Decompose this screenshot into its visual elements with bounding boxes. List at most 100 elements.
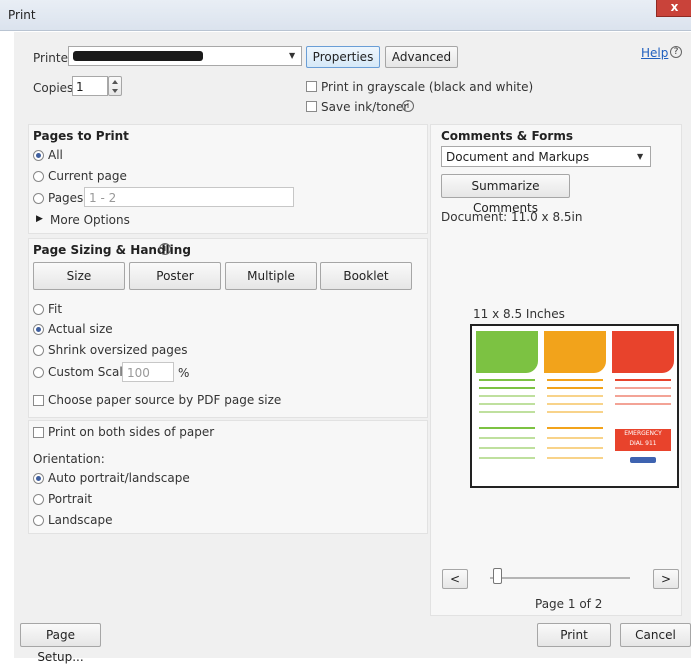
radio-all-label: All <box>48 148 63 162</box>
summarize-comments-button[interactable]: Summarize Comments <box>441 174 570 215</box>
page-setup-button[interactable]: Page Setup... <box>20 623 101 664</box>
grayscale-checkbox[interactable] <box>306 81 317 92</box>
preview-header-red <box>612 331 674 373</box>
radio-actual-size[interactable] <box>33 324 44 335</box>
radio-pages-label: Pages <box>48 191 84 205</box>
radio-portrait-label: Portrait <box>48 492 93 506</box>
printer-select[interactable]: ▼ <box>68 46 302 66</box>
document-size: Document: 11.0 x 8.5in <box>441 210 583 224</box>
page-slider-thumb[interactable] <box>493 568 502 584</box>
preview-line <box>547 411 603 413</box>
save-ink-checkbox[interactable] <box>306 101 317 112</box>
radio-fit[interactable] <box>33 304 44 315</box>
preview-line <box>547 387 603 389</box>
comments-select[interactable]: Document and Markups ▼ <box>441 146 651 167</box>
radio-custom-scale[interactable] <box>33 367 44 378</box>
comments-forms-title: Comments & Forms <box>441 129 573 143</box>
percent-label: % <box>178 366 190 380</box>
pages-range-input[interactable]: 1 - 2 <box>84 187 294 207</box>
next-page-button[interactable]: > <box>653 569 679 589</box>
radio-current-page[interactable] <box>33 171 44 182</box>
preview-line <box>479 403 535 405</box>
preview-line <box>615 379 671 381</box>
comments-select-value: Document and Markups <box>446 150 590 164</box>
radio-shrink-label: Shrink oversized pages <box>48 343 188 357</box>
preview-header-green <box>476 331 538 373</box>
preview-line <box>547 427 603 429</box>
info-icon[interactable]: i <box>402 100 414 112</box>
radio-auto-label: Auto portrait/landscape <box>48 471 190 485</box>
prev-page-button[interactable]: < <box>442 569 468 589</box>
tab-booklet[interactable]: Booklet <box>320 262 412 290</box>
preview-logo <box>630 457 656 463</box>
title-bar <box>0 0 691 31</box>
page-slider-track[interactable] <box>490 577 630 579</box>
preview-line <box>479 411 535 413</box>
radio-landscape-label: Landscape <box>48 513 113 527</box>
preview-line <box>479 457 535 459</box>
sizing-info-icon[interactable]: i <box>159 243 171 255</box>
stepper-up-icon <box>112 80 118 84</box>
orientation-label: Orientation: <box>33 452 105 466</box>
pages-range-value: 1 - 2 <box>89 191 117 205</box>
preview-line <box>547 379 603 381</box>
chevron-down-icon: ▼ <box>637 152 644 161</box>
preview-header-orange <box>544 331 606 373</box>
preview-line <box>547 395 603 397</box>
window-title: Print <box>8 8 36 22</box>
preview-line <box>547 403 603 405</box>
copies-input[interactable]: 1 <box>72 76 108 96</box>
preview-column-orange <box>544 331 606 466</box>
copies-value: 1 <box>76 80 84 94</box>
preview-line <box>479 447 535 449</box>
radio-all[interactable] <box>33 150 44 161</box>
custom-scale-value: 100 <box>127 366 150 380</box>
radio-current-label: Current page <box>48 169 127 183</box>
chevron-down-icon: ▼ <box>289 51 296 60</box>
properties-button[interactable]: Properties <box>306 46 380 68</box>
preview-column-red: EMERGENCY DIAL 911 <box>612 331 674 466</box>
radio-actual-label: Actual size <box>48 322 113 336</box>
paper-source-checkbox[interactable] <box>33 395 44 406</box>
preview-line <box>479 395 535 397</box>
tab-poster[interactable]: Poster <box>129 262 221 290</box>
preview-line <box>479 427 535 429</box>
radio-fit-label: Fit <box>48 302 63 316</box>
both-sides-checkbox[interactable] <box>33 427 44 438</box>
close-button[interactable]: x <box>656 0 691 17</box>
radio-pages[interactable] <box>33 193 44 204</box>
custom-scale-input[interactable]: 100 <box>122 362 174 382</box>
radio-auto-orientation[interactable] <box>33 473 44 484</box>
preview-line <box>479 387 535 389</box>
pages-to-print-title: Pages to Print <box>33 129 129 143</box>
preview-line <box>615 395 671 397</box>
stepper-down-icon <box>112 89 118 93</box>
help-icon[interactable]: ? <box>670 46 682 58</box>
emergency-text: EMERGENCY <box>624 430 662 437</box>
preview-line <box>615 387 671 389</box>
more-options-link[interactable]: More Options <box>50 213 130 227</box>
print-preview: EMERGENCY DIAL 911 <box>470 324 679 488</box>
expand-triangle-icon[interactable]: ▶ <box>36 214 43 224</box>
radio-landscape[interactable] <box>33 515 44 526</box>
preview-line <box>615 403 671 405</box>
preview-line <box>547 437 603 439</box>
copies-label: Copies: <box>33 81 78 95</box>
print-button[interactable]: Print <box>537 623 611 647</box>
radio-shrink[interactable] <box>33 345 44 356</box>
advanced-button[interactable]: Advanced <box>385 46 458 68</box>
preview-line <box>547 457 603 459</box>
cancel-button[interactable]: Cancel <box>620 623 691 647</box>
emergency-box: EMERGENCY DIAL 911 <box>615 429 671 451</box>
copies-stepper[interactable] <box>108 76 122 96</box>
tab-size[interactable]: Size <box>33 262 125 290</box>
preview-line <box>479 379 535 381</box>
tab-multiple[interactable]: Multiple <box>225 262 317 290</box>
page-indicator: Page 1 of 2 <box>535 597 603 611</box>
radio-portrait[interactable] <box>33 494 44 505</box>
redacted-printer-name <box>73 51 203 61</box>
preview-line <box>547 447 603 449</box>
paper-source-label: Choose paper source by PDF page size <box>48 393 282 407</box>
both-sides-label: Print on both sides of paper <box>48 425 215 439</box>
help-link[interactable]: Help <box>641 46 668 60</box>
